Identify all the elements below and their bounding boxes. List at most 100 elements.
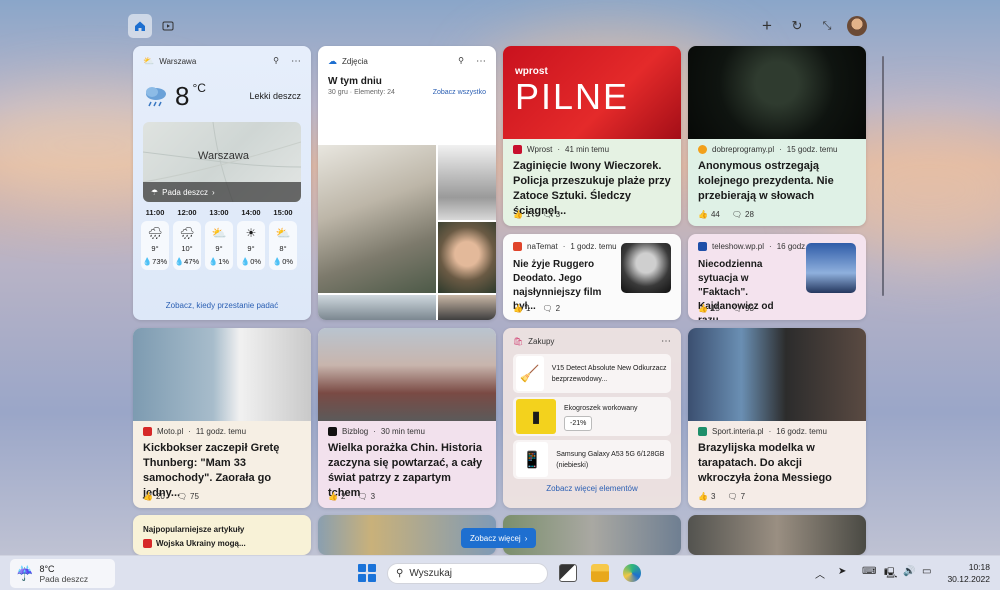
comment-button[interactable]: 🗨 93 — [732, 304, 754, 313]
video-tab[interactable] — [156, 14, 180, 38]
hour-pill: ☀ 9° 💧0% — [237, 221, 265, 270]
product-item[interactable]: 📱 Samsung Galaxy A53 5G 6/128GB (niebies… — [513, 440, 671, 479]
pin-icon[interactable]: ⚲ — [458, 56, 464, 67]
news-card-greta[interactable]: Moto.pl · 11 godz. temu Kickbokser zacze… — [133, 328, 311, 508]
discount-badge: -21% — [564, 415, 593, 431]
pin-icon[interactable]: ⚲ — [273, 56, 279, 67]
comment-button[interactable]: 🗨 2 — [542, 304, 560, 313]
like-button[interactable]: 👍 15 — [698, 304, 720, 313]
like-button[interactable]: 👍 1 — [513, 304, 530, 313]
hour-pill: ⛅ 9° 💧1% — [205, 221, 233, 270]
photo-man[interactable] — [438, 222, 496, 293]
location-icon[interactable]: ➤ — [838, 566, 846, 577]
hour-pill: ⛅ 8° 💧0% — [269, 221, 297, 270]
news-card-faktach[interactable]: teleshow.wp.pl · 16 godz. temu Niecodzie… — [688, 234, 866, 320]
news-headline[interactable]: Brazylijska modelka w tarapatach. Do akc… — [688, 441, 866, 486]
news-card-ruggero[interactable]: naTemat · 1 godz. temu Nie żyje Ruggero … — [503, 234, 681, 320]
more-options-icon[interactable]: ⋯ — [661, 336, 671, 347]
clock[interactable]: 10:18 30.12.2022 — [947, 561, 990, 585]
news-card-pilne[interactable]: wprost PILNE Wprost · 41 min temu Zagini… — [503, 46, 681, 226]
source-icon — [698, 144, 707, 154]
photo-boy[interactable] — [438, 295, 496, 320]
home-icon — [135, 21, 145, 31]
edge-canary-icon[interactable] — [623, 564, 641, 582]
weather-widget[interactable]: ⛅ Warszawa ⚲ ⋯ 8 °C Lekki deszcz Warszaw… — [133, 46, 311, 320]
hourly-forecast-item[interactable]: 13:00 ⛅ 9° 💧1% — [205, 208, 233, 270]
comment-count: 3 — [370, 492, 376, 501]
news-headline[interactable]: Anonymous ostrzegają kolejnego prezydent… — [688, 159, 866, 204]
rain-alert-bar[interactable]: ☂ Pada deszcz › — [143, 182, 301, 202]
hourly-forecast-item[interactable]: 11:00 🌧 9° 💧73% — [141, 208, 169, 270]
collapse-button[interactable]: ⤡ — [815, 14, 839, 38]
file-explorer-icon[interactable] — [591, 564, 609, 582]
photo-lake[interactable] — [318, 295, 436, 320]
hourly-forecast-item[interactable]: 12:00 🌧 10° 💧47% — [173, 208, 201, 270]
keyboard-icon[interactable]: ⌨ — [862, 566, 876, 577]
hourly-forecast-item[interactable]: 14:00 ☀ 9° 💧0% — [237, 208, 265, 270]
comment-button[interactable]: 🗨 75 — [177, 492, 199, 501]
weather-map[interactable]: Warszawa ☂ Pada deszcz › — [143, 122, 301, 202]
user-avatar[interactable] — [847, 16, 867, 36]
see-more-items-link[interactable]: Zobacz więcej elementów — [503, 484, 681, 493]
news-time: 11 godz. temu — [195, 426, 247, 436]
popular-article[interactable]: Wojska Ukrainy mogą... — [156, 539, 246, 548]
widgets-topbar: + ↻ ⤡ — [0, 0, 1000, 46]
refresh-icon: ↻ — [791, 18, 803, 33]
image-headline: PILNE — [515, 76, 630, 117]
taskbar-search[interactable]: ⚲ Wyszukaj — [387, 563, 548, 584]
comment-count: 3 — [555, 210, 561, 219]
refresh-button[interactable]: ↻ — [785, 14, 809, 38]
comment-button[interactable]: 🗨 7 — [727, 492, 745, 501]
droplet-icon: 💧 — [142, 257, 153, 266]
chevron-up-icon[interactable]: ︿ — [815, 566, 825, 581]
phone-icon: 📱 — [516, 442, 549, 477]
news-card-chiny[interactable]: Bizblog · 30 min temu Wielka porażka Chi… — [318, 328, 496, 508]
photo-sketch[interactable] — [318, 145, 436, 293]
more-options-icon[interactable]: ⋯ — [476, 56, 486, 67]
hourly-forecast-item[interactable]: 15:00 ⛅ 8° 💧0% — [269, 208, 297, 270]
hour-pill: 🌧 10° 💧47% — [173, 221, 201, 270]
more-options-icon[interactable]: ⋯ — [291, 56, 301, 67]
like-button[interactable]: 👍 44 — [698, 210, 720, 219]
network-icon[interactable]: 🖳 — [884, 566, 897, 583]
precip-value: 0% — [282, 257, 294, 266]
volume-icon[interactable]: 🔊 — [903, 566, 915, 577]
news-card-messi[interactable]: Sport.interia.pl · 16 godz. temu Brazyli… — [688, 328, 866, 508]
task-view-icon[interactable] — [559, 564, 577, 582]
like-button[interactable]: 👍 2 — [328, 492, 345, 501]
news-source: Wprost — [527, 144, 553, 154]
like-count: 15 — [710, 304, 720, 313]
weather-city: Warszawa — [159, 56, 197, 66]
add-widget-button[interactable]: + — [755, 14, 779, 38]
see-all-link[interactable]: Zobacz wszystko — [433, 89, 486, 96]
scrollbar[interactable] — [882, 56, 884, 296]
sun-icon: ☀ — [245, 226, 257, 240]
product-item[interactable]: ▮ Ekogroszek workowany -21% — [513, 397, 671, 436]
news-card-anonymous[interactable]: dobreprogramy.pl · 15 godz. temu Anonymo… — [688, 46, 866, 226]
taskbar-weather-button[interactable]: ☔ 8°C Pada deszcz — [10, 559, 115, 588]
source-icon — [513, 241, 522, 251]
news-card-partial[interactable] — [688, 515, 866, 555]
photos-app-name: Zdjęcia — [342, 56, 368, 66]
see-more-button[interactable]: Zobacz więcej › — [461, 528, 537, 548]
photo-laptop[interactable] — [438, 145, 496, 220]
photos-widget[interactable]: ☁ Zdjęcia ⚲ ⋯ W tym dniu 30 gru · Elemen… — [318, 46, 496, 320]
battery-icon[interactable]: ▭ — [922, 566, 931, 577]
home-tab[interactable] — [128, 14, 152, 38]
news-image: wprost PILNE — [503, 46, 681, 139]
popular-articles-widget[interactable]: Najpopularniejsze artykuły Wojska Ukrain… — [133, 515, 311, 555]
like-count: 3 — [710, 492, 716, 501]
weather-forecast-link[interactable]: Zobacz, kiedy przestanie padać — [133, 301, 311, 310]
comment-button[interactable]: 🗨 28 — [732, 210, 754, 219]
comment-button[interactable]: 🗨 3 — [542, 210, 560, 219]
like-button[interactable]: 👍 1 — [513, 210, 530, 219]
shopping-widget[interactable]: 🛍 Zakupy ⋯ 🧹 V15 Detect Absolute New Odk… — [503, 328, 681, 508]
comment-count: 93 — [745, 304, 754, 313]
start-button[interactable] — [358, 564, 376, 582]
like-button[interactable]: 👍 3 — [698, 492, 715, 501]
like-button[interactable]: 👍 20 — [143, 492, 165, 501]
shopping-title: Zakupy — [528, 336, 555, 346]
thumbs-up-icon: 👍 — [698, 210, 708, 219]
comment-button[interactable]: 🗨 3 — [357, 492, 375, 501]
product-item[interactable]: 🧹 V15 Detect Absolute New Odkurzacz bezp… — [513, 354, 671, 393]
